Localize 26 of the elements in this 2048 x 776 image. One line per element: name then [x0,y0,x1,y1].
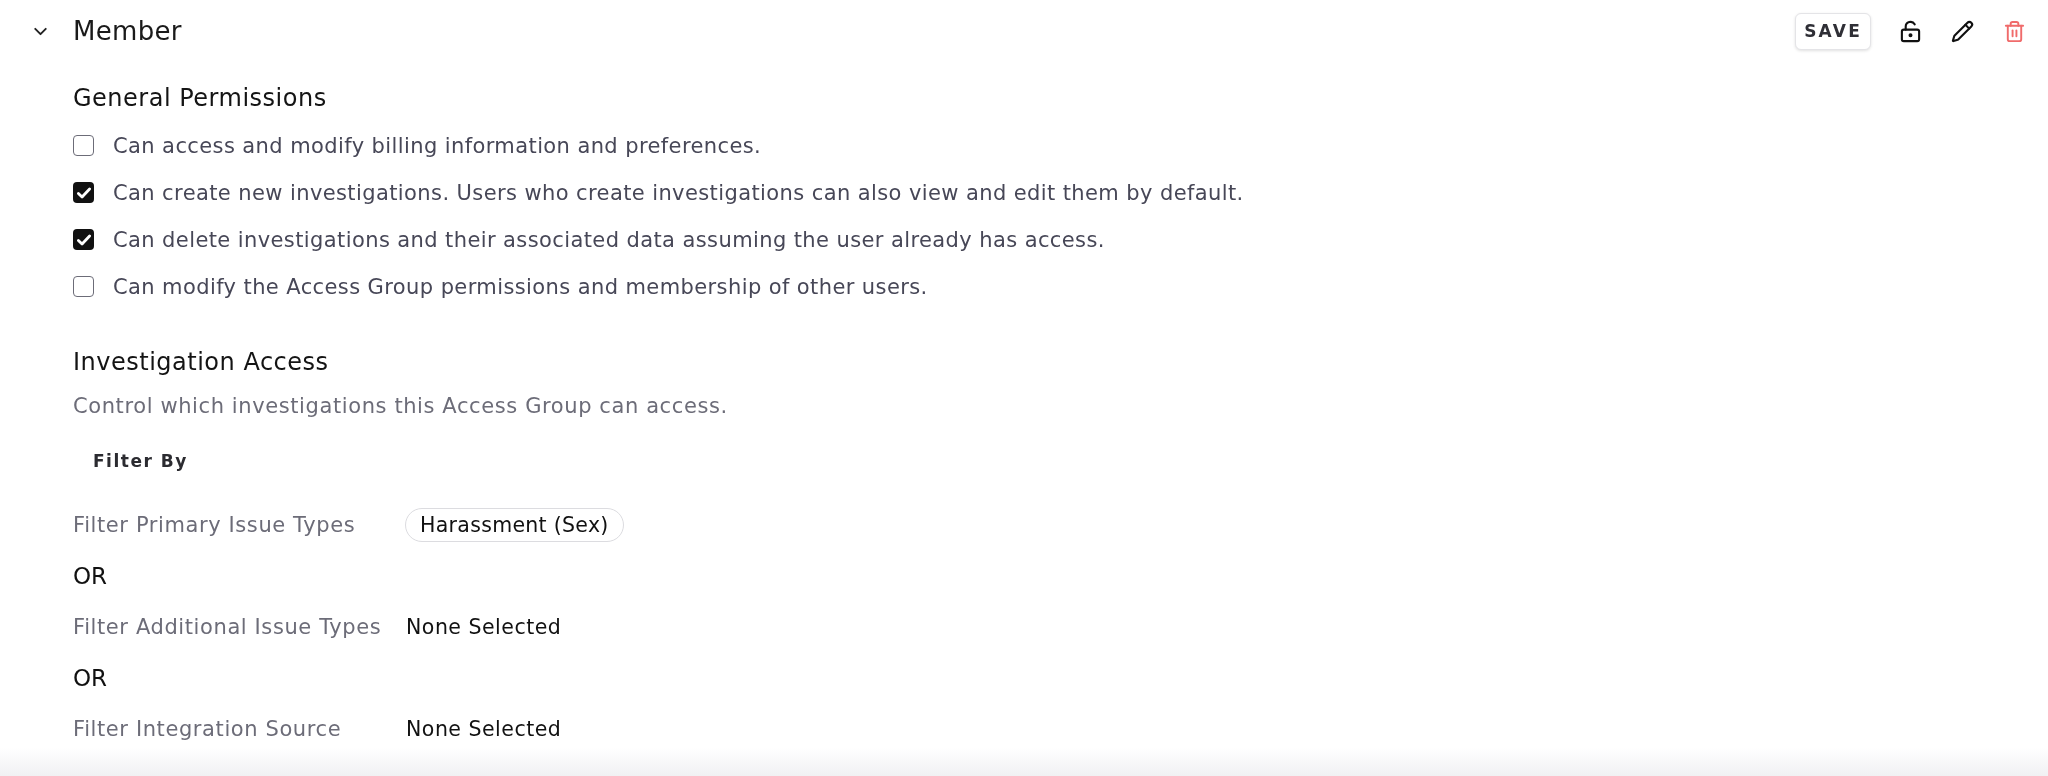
section-heading: Investigation Access [73,347,330,377]
checkbox[interactable] [73,182,94,203]
section-title: Member [73,16,182,46]
permission-label: Can modify the Access Group permissions and membership of other users. [113,274,928,299]
filter-value: None Selected [406,717,562,741]
unlocked-padlock-icon[interactable] [1899,19,1922,43]
checkmark-icon [76,232,91,247]
checkbox[interactable] [73,229,94,250]
section-description: Control which investigations this Access Group can access. [73,393,729,420]
save-button[interactable]: SAVE [1795,12,1871,50]
delete-trash-icon[interactable] [2003,19,2026,43]
checkbox[interactable] [73,276,94,297]
filter-by-heading: Filter By [93,450,188,473]
permission-label: Can delete investigations and their associated data assuming the user already has access. [113,227,1105,252]
filter-label: Filter Additional Issue Types [73,615,383,639]
permission-label: Can access and modify billing information and preferences. [113,133,762,158]
filter-label: Filter Integration Source [73,717,343,741]
or-operator: OR [73,664,109,692]
checkbox[interactable] [73,135,94,156]
filter-value: None Selected [406,615,562,639]
section-heading: General Permissions [73,83,328,113]
permission-label: Can create new investigations. Users who create investigations can also view and edit them by default. [113,180,1244,205]
filter-label: Filter Primary Issue Types [73,513,357,537]
checkmark-icon [76,185,91,200]
or-operator: OR [73,562,109,590]
edit-pencil-icon[interactable] [1951,19,1974,43]
